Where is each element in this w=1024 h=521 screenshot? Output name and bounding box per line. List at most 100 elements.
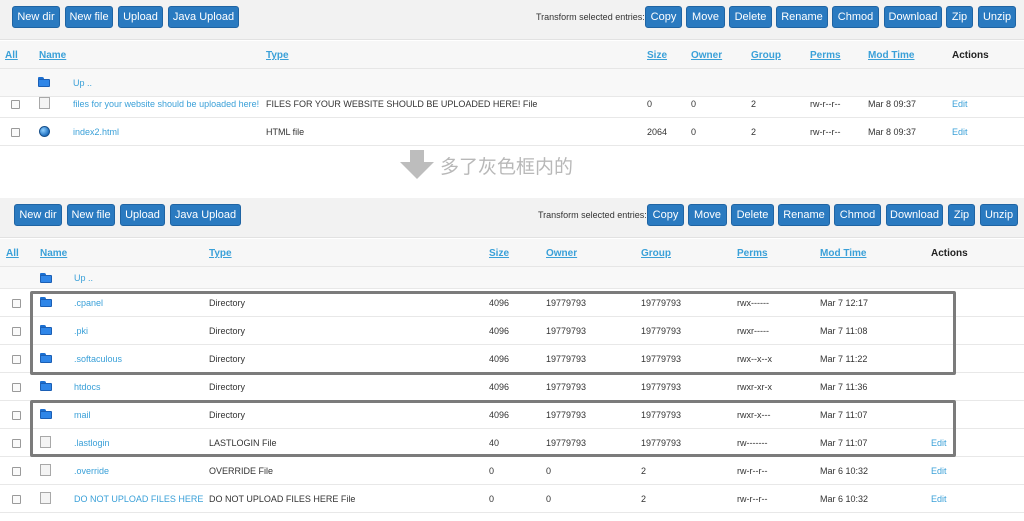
sort-owner-link[interactable]: Owner xyxy=(691,50,722,61)
actions-header: Actions xyxy=(931,248,968,259)
zip-button[interactable]: Zip xyxy=(948,204,975,226)
file-name-link[interactable]: htdocs xyxy=(74,382,101,392)
new-file-button[interactable]: New file xyxy=(67,204,115,226)
file-name-link[interactable]: DO NOT UPLOAD FILES HERE xyxy=(74,494,203,504)
file-mod-time: Mar 6 10:32 xyxy=(820,494,869,504)
zip-button[interactable]: Zip xyxy=(946,6,973,28)
java-upload-button[interactable]: Java Upload xyxy=(168,6,239,28)
file-name-link[interactable]: .override xyxy=(74,466,109,476)
copy-button[interactable]: Copy xyxy=(647,204,684,226)
row-checkbox[interactable] xyxy=(12,327,21,336)
file-group: 2 xyxy=(751,127,757,137)
file-mod-time: Mar 7 11:36 xyxy=(820,382,868,392)
sort-owner-link[interactable]: Owner xyxy=(546,248,577,259)
file-perms: rwxr-x--- xyxy=(737,410,771,420)
sort-group-link[interactable]: Group xyxy=(751,50,781,61)
edit-link[interactable]: Edit xyxy=(931,438,947,448)
file-group: 2 xyxy=(751,99,757,109)
row-checkbox[interactable] xyxy=(12,355,21,364)
file-name-link[interactable]: mail xyxy=(74,410,91,420)
upload-button[interactable]: Upload xyxy=(118,6,163,28)
file-group: 19779793 xyxy=(641,410,682,420)
file-name-link[interactable]: .pki xyxy=(74,326,88,336)
delete-button[interactable]: Delete xyxy=(731,204,774,226)
up-directory-link[interactable]: Up .. xyxy=(74,273,93,283)
file-owner: 0 xyxy=(546,494,552,504)
up-directory-row[interactable]: Up .. xyxy=(0,267,1024,289)
select-all-link[interactable]: All xyxy=(5,50,18,61)
java-upload-button[interactable]: Java Upload xyxy=(170,204,241,226)
sort-size-link[interactable]: Size xyxy=(647,50,667,61)
chmod-button[interactable]: Chmod xyxy=(832,6,879,28)
select-all-link[interactable]: All xyxy=(6,248,19,259)
new-dir-button[interactable]: New dir xyxy=(14,204,62,226)
row-checkbox[interactable] xyxy=(12,299,21,308)
sort-group-link[interactable]: Group xyxy=(641,248,671,259)
file-manager-panel-before: New dir New file Upload Java Upload Tran… xyxy=(0,0,1024,146)
table-header: All Name Type Size Owner Group Perms Mod… xyxy=(0,239,1024,267)
table-row: files for your website should be uploade… xyxy=(0,90,1024,118)
delete-button[interactable]: Delete xyxy=(729,6,772,28)
file-name-link[interactable]: .lastlogin xyxy=(74,438,110,448)
file-size: 0 xyxy=(489,466,495,476)
rename-button[interactable]: Rename xyxy=(776,6,828,28)
sort-perms-link[interactable]: Perms xyxy=(810,50,841,61)
file-name-link[interactable]: index2.html xyxy=(73,127,119,137)
file-type: Directory xyxy=(209,326,246,336)
file-perms: rwxr----- xyxy=(737,326,769,336)
file-perms: rw-r--r-- xyxy=(737,494,768,504)
sort-mod-time-link[interactable]: Mod Time xyxy=(820,248,866,259)
row-checkbox[interactable] xyxy=(12,439,21,448)
file-name-link[interactable]: files for your website should be uploade… xyxy=(73,99,259,109)
unzip-button[interactable]: Unzip xyxy=(978,6,1016,28)
file-owner: 19779793 xyxy=(546,354,587,364)
file-group: 2 xyxy=(641,494,647,504)
row-checkbox[interactable] xyxy=(12,495,21,504)
file-name-link[interactable]: .softaculous xyxy=(74,354,122,364)
up-directory-link[interactable]: Up .. xyxy=(73,78,92,88)
edit-link[interactable]: Edit xyxy=(931,466,947,476)
file-icon xyxy=(40,492,51,504)
sort-type-link[interactable]: Type xyxy=(209,248,232,259)
folder-icon xyxy=(40,353,52,363)
file-mod-time: Mar 7 11:22 xyxy=(820,354,868,364)
chmod-button[interactable]: Chmod xyxy=(834,204,881,226)
sort-mod-time-link[interactable]: Mod Time xyxy=(868,50,914,61)
row-checkbox[interactable] xyxy=(12,467,21,476)
sort-name-link[interactable]: Name xyxy=(39,50,66,61)
download-button[interactable]: Download xyxy=(886,204,943,226)
edit-link[interactable]: Edit xyxy=(952,99,968,109)
copy-button[interactable]: Copy xyxy=(645,6,682,28)
file-perms: rwx------ xyxy=(737,298,769,308)
unzip-button[interactable]: Unzip xyxy=(980,204,1018,226)
new-dir-button[interactable]: New dir xyxy=(12,6,60,28)
move-button[interactable]: Move xyxy=(688,204,727,226)
file-icon xyxy=(39,97,50,109)
new-file-button[interactable]: New file xyxy=(65,6,113,28)
row-checkbox[interactable] xyxy=(11,100,20,109)
upload-button[interactable]: Upload xyxy=(120,204,165,226)
rename-button[interactable]: Rename xyxy=(778,204,830,226)
file-name-link[interactable]: .cpanel xyxy=(74,298,103,308)
row-checkbox[interactable] xyxy=(12,411,21,420)
file-group: 19779793 xyxy=(641,298,682,308)
file-size: 4096 xyxy=(489,354,510,364)
sort-perms-link[interactable]: Perms xyxy=(737,248,768,259)
file-perms: rwxr-xr-x xyxy=(737,382,772,392)
file-type: Directory xyxy=(209,354,246,364)
caption-text: 多了灰色框内的 xyxy=(440,156,574,178)
sort-type-link[interactable]: Type xyxy=(266,50,289,61)
move-button[interactable]: Move xyxy=(686,6,725,28)
row-checkbox[interactable] xyxy=(11,128,20,137)
row-checkbox[interactable] xyxy=(12,383,21,392)
download-button[interactable]: Download xyxy=(884,6,942,28)
sort-name-link[interactable]: Name xyxy=(40,248,67,259)
edit-link[interactable]: Edit xyxy=(952,127,968,137)
html-globe-icon xyxy=(39,126,50,137)
toolbar: New dir New file Upload Java Upload Tran… xyxy=(0,198,1024,238)
file-group: 19779793 xyxy=(641,326,682,336)
actions-header: Actions xyxy=(952,50,989,61)
edit-link[interactable]: Edit xyxy=(931,494,947,504)
file-type: FILES FOR YOUR WEBSITE SHOULD BE UPLOADE… xyxy=(266,99,538,109)
sort-size-link[interactable]: Size xyxy=(489,248,509,259)
